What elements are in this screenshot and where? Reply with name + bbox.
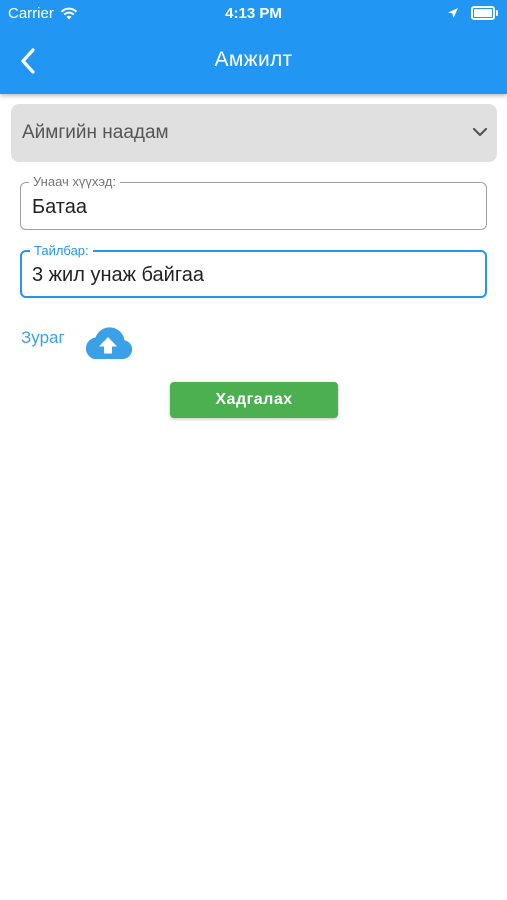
app-header: Carrier 4:13 PM Амжилт — [0, 0, 507, 94]
photo-label[interactable]: Зураг — [21, 328, 65, 348]
location-arrow-icon — [448, 8, 458, 18]
rider-field-label: Унаач хүүхэд: — [29, 174, 120, 190]
battery-icon — [471, 6, 498, 20]
chevron-down-icon — [472, 127, 488, 137]
status-time: 4:13 PM — [225, 5, 282, 22]
cloud-upload-icon — [85, 327, 133, 359]
rider-field[interactable]: Унаач хүүхэд: Батаа — [20, 174, 487, 230]
status-bar: Carrier 4:13 PM — [0, 0, 507, 28]
description-field-label: Тайлбар: — [30, 243, 93, 259]
dropdown-selected-value: Аймгийн наадам — [22, 122, 169, 143]
event-dropdown[interactable]: Аймгийн наадам — [11, 104, 497, 162]
photo-upload-button[interactable] — [82, 323, 134, 361]
description-field-value: 3 жил унаж байгаа — [32, 264, 204, 286]
page-title: Амжилт — [214, 48, 293, 71]
description-field[interactable]: Тайлбар: 3 жил унаж байгаа — [20, 243, 487, 298]
rider-field-value: Батаа — [32, 196, 87, 218]
status-right — [447, 6, 498, 20]
save-button[interactable]: Хадгалах — [170, 382, 338, 418]
